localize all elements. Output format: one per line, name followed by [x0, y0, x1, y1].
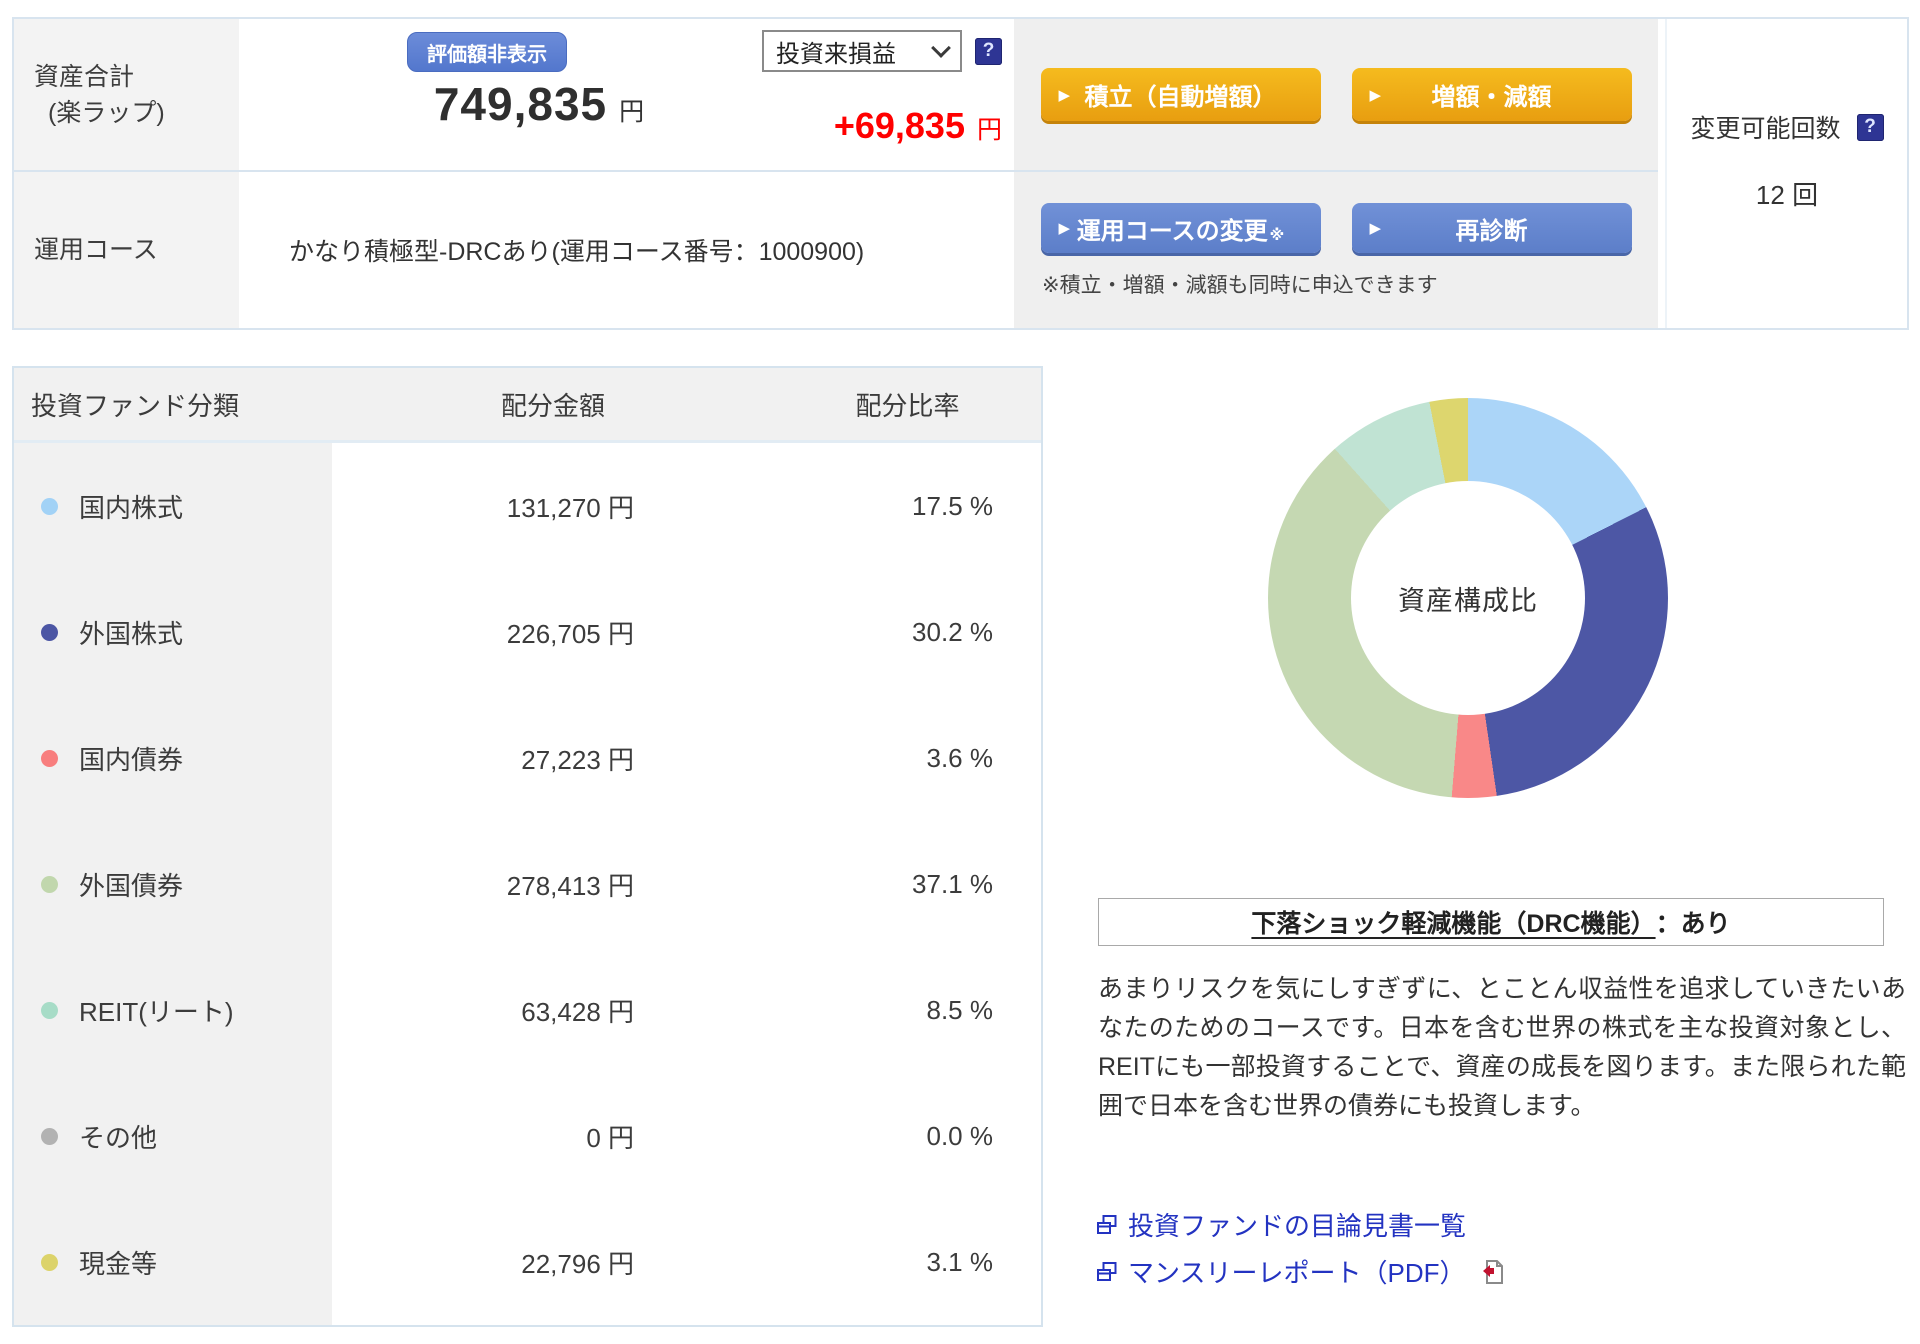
category-label: 国内債券 [79, 744, 184, 775]
header-allocation-amount: 配分金額 [500, 390, 605, 421]
amount-cell: 0 円 [586, 1122, 634, 1153]
table-row: 外国債券 278,413 円 37.1 % [14, 821, 1041, 947]
asset-total-label: 資産合計 (楽ラップ) [34, 62, 165, 127]
asset-total-label-cell: 資産合計 (楽ラップ) [14, 19, 239, 172]
course-buttons-row: ▶ 運用コースの変更 ※ ▶ 再診断 [1014, 203, 1658, 253]
category-label: その他 [79, 1122, 158, 1153]
vertical-divider [1658, 19, 1665, 328]
pl-period-select-row: 投資来損益 ? [762, 30, 1002, 72]
external-link-icon [1096, 1214, 1118, 1236]
tsumitate-button[interactable]: ▶ 積立（自動増額） [1040, 68, 1321, 121]
category-dot [41, 623, 58, 641]
pl-period-select[interactable]: 投資来損益 [762, 30, 962, 72]
amount-cell: 226,705 円 [506, 618, 634, 649]
prospectus-link-label: 投資ファンドの目論見書一覧 [1128, 1211, 1467, 1241]
category-dot [41, 1253, 58, 1271]
category-dot [41, 749, 58, 767]
table-row: REIT(リート) 63,428 円 8.5 % [14, 947, 1041, 1073]
total-asset-number: 749,835 [433, 78, 608, 130]
pl-period-select-value: 投資来損益 [776, 40, 896, 68]
arrow-right-icon: ▶ [1058, 86, 1071, 104]
arrow-right-icon: ▶ [1369, 86, 1382, 104]
course-change-button[interactable]: ▶ 運用コースの変更 ※ [1040, 203, 1321, 253]
ratio-cell: 8.5 % [926, 994, 994, 1025]
yen-unit: 円 [619, 98, 645, 126]
amount-cell: 63,428 円 [521, 996, 634, 1027]
donut-center-label: 資産構成比 [1398, 585, 1538, 616]
arrow-right-icon: ▶ [1058, 220, 1071, 237]
ratio-cell: 3.6 % [926, 742, 994, 773]
drc-heading-value: ：あり [1655, 910, 1731, 938]
ratio-cell: 17.5 % [912, 490, 993, 521]
ratio-cell: 37.1 % [912, 868, 993, 899]
asset-action-buttons-cell: ▶ 積立（自動増額） ▶ 増額・減額 [1014, 19, 1658, 172]
donut-chart: 資産構成比 [1268, 398, 1668, 798]
header-fund-category: 投資ファンド分類 [31, 390, 240, 421]
course-description: あまりリスクを気にしすぎずに、とことん収益性を追求していきたいあなたのためのコー… [1098, 975, 1906, 1120]
change-count-cell: 変更可能回数 ? 12 回 [1665, 19, 1907, 328]
increase-decrease-button[interactable]: ▶ 増額・減額 [1351, 68, 1632, 121]
change-count-row: 変更可能回数 ? [1690, 109, 1884, 145]
hide-valuation-button[interactable]: 評価額非表示 [407, 32, 567, 72]
profit-loss-amount: +69,835 円 [834, 105, 1002, 147]
category-label: REIT(リート) [79, 996, 234, 1027]
help-icon[interactable]: ? [1856, 113, 1884, 141]
yen-unit: 円 [976, 116, 1002, 144]
category-dot [41, 875, 58, 893]
change-count-label: 変更可能回数 [1690, 115, 1841, 143]
prospectus-link[interactable]: 投資ファンドの目論見書一覧 [1096, 1206, 1505, 1243]
pdf-icon [1481, 1259, 1505, 1285]
chevron-down-icon [931, 37, 951, 58]
category-dot [41, 1001, 58, 1019]
course-value-cell: かなり積極型-DRCあり(運用コース番号：1000900) [239, 172, 1014, 328]
category-label: 国内株式 [79, 492, 184, 523]
header-allocation-ratio: 配分比率 [855, 390, 960, 421]
change-count-value: 12 回 [1755, 180, 1819, 210]
ratio-cell: 0.0 % [926, 1120, 994, 1151]
donut-hole: 資産構成比 [1351, 481, 1585, 715]
asset-total-value-cell: 評価額非表示 749,835 円 投資来損益 ? +69,835 円 [239, 19, 1014, 172]
course-label-cell: 運用コース [14, 172, 239, 328]
table-row: その他 0 円 0.0 % [14, 1073, 1041, 1199]
amount-cell: 27,223 円 [521, 744, 634, 775]
amount-cell: 22,796 円 [521, 1248, 634, 1279]
table-row: 現金等 22,796 円 3.1 % [14, 1199, 1041, 1325]
ratio-cell: 30.2 % [912, 616, 993, 647]
allocation-table: 投資ファンド分類 配分金額 配分比率 国内株式 131,270 円 17.5 %… [12, 366, 1043, 1327]
course-value: かなり積極型-DRCあり(運用コース番号：1000900) [289, 238, 865, 266]
category-dot [41, 1127, 58, 1145]
rediagnose-button[interactable]: ▶ 再診断 [1351, 203, 1632, 253]
category-dot [41, 497, 58, 515]
simultaneous-apply-note: ※積立・増額・減額も同時に申込できます [1042, 274, 1438, 297]
allocation-table-header: 投資ファンド分類 配分金額 配分比率 [14, 368, 1041, 443]
monthly-report-link-label: マンスリーレポート（PDF） [1128, 1258, 1466, 1288]
account-summary-panel: 資産合計 (楽ラップ) 評価額非表示 749,835 円 投資来損益 ? +69,… [12, 17, 1909, 330]
help-icon[interactable]: ? [975, 37, 1002, 65]
course-label: 運用コース [34, 236, 158, 264]
table-row: 国内債券 27,223 円 3.6 % [14, 695, 1041, 821]
category-label: 現金等 [79, 1248, 158, 1279]
table-row: 外国株式 226,705 円 30.2 % [14, 569, 1041, 695]
category-label: 外国債券 [79, 870, 184, 901]
monthly-report-link[interactable]: マンスリーレポート（PDF） [1096, 1253, 1505, 1290]
note-mark: ※ [1269, 227, 1285, 244]
drc-feature-box: 下落ショック軽減機能（DRC機能） ：あり [1098, 898, 1884, 946]
category-label: 外国株式 [79, 618, 184, 649]
amount-cell: 278,413 円 [506, 870, 634, 901]
arrow-right-icon: ▶ [1369, 220, 1382, 237]
amount-cell: 131,270 円 [506, 492, 634, 523]
table-row: 国内株式 131,270 円 17.5 % [14, 443, 1041, 569]
course-action-buttons-cell: ▶ 運用コースの変更 ※ ▶ 再診断 ※積立・増額・減額も同時に申込できます [1014, 172, 1658, 328]
total-asset-amount: 749,835 円 [329, 77, 749, 131]
ratio-cell: 3.1 % [926, 1246, 994, 1277]
drc-heading: 下落ショック軽減機能（DRC機能） [1251, 910, 1656, 938]
profit-loss-number: +69,835 [833, 105, 965, 146]
external-link-icon [1096, 1261, 1118, 1283]
document-links: 投資ファンドの目論見書一覧 マンスリーレポート（PDF） [1096, 1206, 1505, 1290]
